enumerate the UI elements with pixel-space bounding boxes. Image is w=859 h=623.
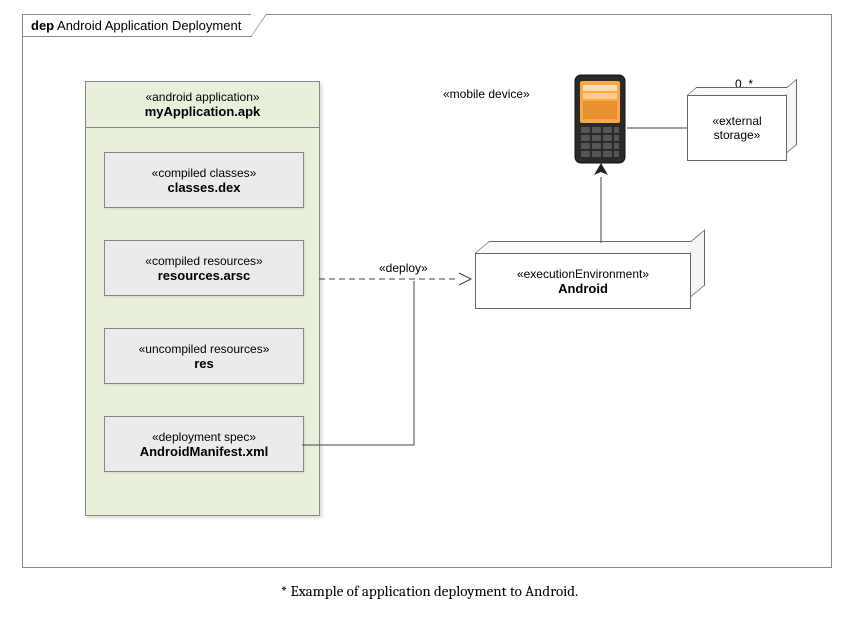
artifact-manifest: «deployment spec» AndroidManifest.xml [104,416,304,472]
android-3d-right [691,229,705,297]
ext-storage-3d-top [687,87,797,95]
apk-stereotype: «android application» [91,90,314,104]
diagram-frame: dep Android Application Deployment «andr… [22,14,832,568]
connector-phone-to-storage [627,123,689,133]
frame-prefix: dep [31,18,54,33]
deploy-label: «deploy» [379,261,428,275]
artifact-classes: «compiled classes» classes.dex [104,152,304,208]
android-execution-env: «executionEnvironment» Android [475,253,691,309]
artifact-resources: «compiled resources» resources.arsc [104,240,304,296]
connector-phone-to-android [589,163,613,245]
ext-storage-line2: storage» [688,128,786,142]
artifact-name: AndroidManifest.xml [105,444,303,459]
diagram-caption: * Example of application deployment to A… [0,582,859,600]
connector-manifest-to-deploy [302,275,432,451]
ext-storage-node: «external storage» [687,95,787,161]
ext-storage-3d-right [787,79,797,153]
android-3d-top [475,241,705,253]
artifact-stereo: «compiled classes» [105,166,303,180]
artifact-stereo: «uncompiled resources» [105,342,303,356]
apk-header: «android application» myApplication.apk [86,82,319,128]
mobile-device-label: «mobile device» [443,87,530,101]
apk-name: myApplication.apk [91,104,314,119]
artifact-stereo: «deployment spec» [105,430,303,444]
android-name: Android [476,281,690,296]
artifact-stereo: «compiled resources» [105,254,303,268]
artifact-name: res [105,356,303,371]
frame-title: Android Application Deployment [57,18,241,33]
mobile-device-icon [571,73,629,165]
apk-artifact: «android application» myApplication.apk … [85,81,320,516]
frame-header: dep Android Application Deployment [22,14,252,37]
artifact-res: «uncompiled resources» res [104,328,304,384]
artifact-name: resources.arsc [105,268,303,283]
artifact-name: classes.dex [105,180,303,195]
ext-storage-line1: «external [688,114,786,128]
android-stereo: «executionEnvironment» [476,267,690,281]
